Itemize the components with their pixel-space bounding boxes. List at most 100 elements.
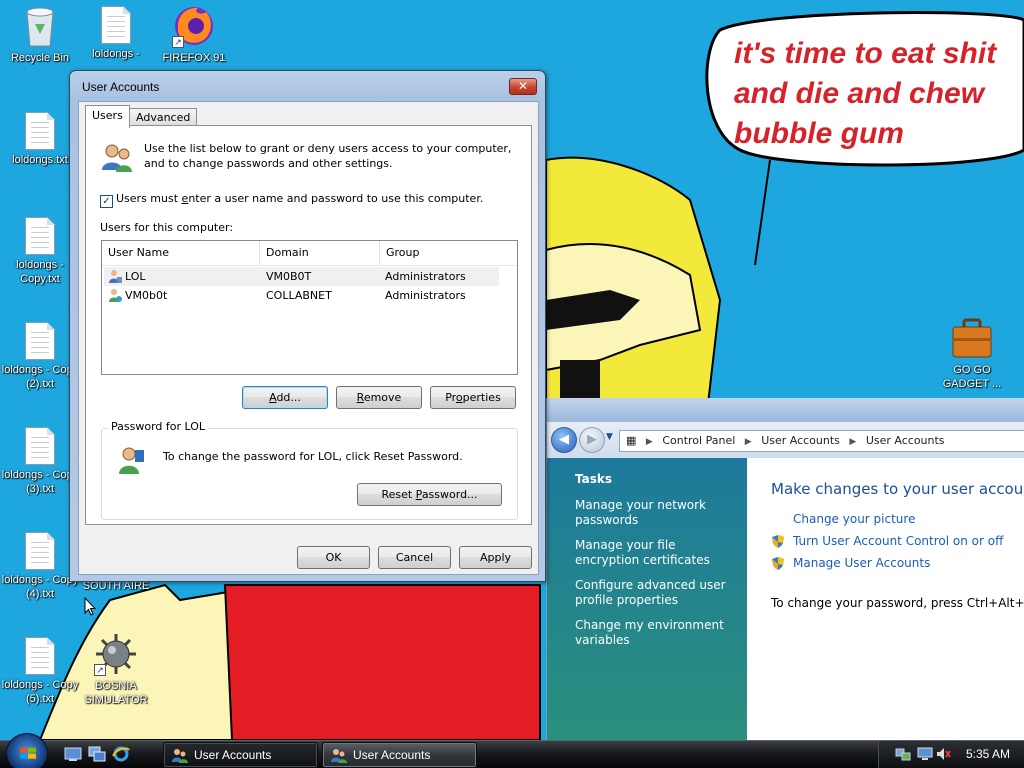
list-header: User Name Domain Group [102,241,517,266]
cancel-button[interactable]: Cancel [378,546,451,569]
taskbar-button-user-accounts-cp[interactable]: User Accounts [322,742,477,768]
desktop-icon-loldongs-txt[interactable]: loldongs.txt [0,112,80,167]
start-button[interactable] [6,733,48,768]
domain-cell: COLLABNET [266,289,332,302]
text-document-icon [25,637,55,675]
button-label-accel: o [455,391,463,404]
button-label-part: perties [462,391,501,404]
desktop-icon-label: loldongs - [92,48,140,60]
text-document-icon [25,322,55,360]
checkbox-label-part: nter a user name and password to use thi… [188,192,484,205]
speech-bubble-text: it's time to eat shit and die and chew b… [734,37,997,150]
button-label-part: dd... [276,391,301,404]
task-link[interactable]: Manage your file encryption certificates [575,538,735,568]
internet-explorer-icon[interactable] [112,746,130,762]
desktop-icon-recycle-bin[interactable]: Recycle Bin [0,4,80,65]
breadcrumb-item[interactable]: User Accounts [761,434,840,447]
column-header-domain[interactable]: Domain [260,241,380,265]
add-button[interactable]: Add... [242,386,328,409]
column-header-group[interactable]: Group [380,241,498,265]
password-note: To change your password, press Ctrl+Alt+… [771,596,1024,610]
ok-button[interactable]: OK [297,546,370,569]
briefcase-icon [952,318,992,358]
desktop-icon-bosnia-simulator[interactable]: ↗ BOSNIA SIMULATOR [76,632,156,707]
desktop-icon-loldongs-copy-3[interactable]: loldongs - Copy (3).txt [0,427,80,496]
change-picture-link[interactable]: Change your picture [793,512,1024,526]
remove-button[interactable]: Remove [336,386,422,409]
chevron-right-icon: ▶ [645,437,653,447]
close-button[interactable]: ✕ [509,78,537,95]
desktop-icon-label: loldongs - Copy.txt [16,259,64,285]
control-panel-folder-icon: ▦ [626,434,637,447]
button-label-part: assword... [421,488,478,501]
desktop-icon-loldongs-copy-2[interactable]: loldongs - Copy (2).txt [0,322,80,391]
text-document-icon [25,532,55,570]
desktop-icon-loldongs-copy-5[interactable]: loldongs - Copy (5).txt [0,637,80,706]
link-text: Turn User Account Control on or off [793,534,1004,548]
checkbox-box[interactable]: ✓ [100,195,113,208]
desktop-icon-loldongs-copy-4[interactable]: loldongs - Copy (4).txt [0,532,80,601]
system-tray: 5:35 AM [878,741,1024,768]
apply-button[interactable]: Apply [459,546,532,569]
desktop-icon-label: FIREFOX 91 [162,52,226,64]
control-panel-window: ◀ ▶ ▼ ▦ ▶ Control Panel ▶ User Accounts … [546,398,1024,740]
volume-muted-icon[interactable] [935,746,951,762]
require-password-checkbox[interactable]: ✓ Users must enter a user name and passwo… [100,192,483,208]
tab-users[interactable]: Users [85,105,130,128]
desktop-icon-label: loldongs - Copy (2).txt [1,364,79,390]
users-tab-panel: Use the list below to grant or deny user… [85,125,532,525]
desktop-icon-loldongs[interactable]: loldongs - [76,6,156,61]
dialog-body: Users Advanced Use the list below to gra… [78,101,539,575]
password-groupbox [101,428,518,520]
uac-link[interactable]: Turn User Account Control on or off [772,534,1024,548]
task-link[interactable]: Change my environment variables [575,618,735,648]
table-row[interactable]: VM0b0t COLLABNET Administrators [104,286,499,305]
properties-button[interactable]: Properties [430,386,516,409]
network-tray-icon[interactable] [895,746,911,762]
address-bar: ◀ ▶ ▼ ▦ ▶ Control Panel ▶ User Accounts … [547,422,1024,458]
users-icon [331,749,347,763]
user-icon [109,270,122,283]
breadcrumb-item[interactable]: Control Panel [662,434,735,447]
mouse-cursor-icon [84,597,96,616]
back-button[interactable]: ◀ [551,427,577,453]
desktop-icon-go-go-gadget[interactable]: GO GO GADGET ... [932,316,1012,391]
text-document-icon [25,427,55,465]
users-icon [172,749,188,763]
task-link[interactable]: Configure advanced user profile properti… [575,578,735,608]
task-link[interactable]: Manage your network passwords [575,498,735,528]
users-list[interactable]: User Name Domain Group LOL VM0B0T Admini… [101,240,518,375]
tasks-title: Tasks [575,472,613,486]
intro-text: Use the list below to grant or deny user… [144,142,512,170]
table-row[interactable]: LOL VM0B0T Administrators [104,267,499,286]
breadcrumb-item[interactable]: User Accounts [866,434,945,447]
clock[interactable]: 5:35 AM [966,747,1010,761]
desktop-icon-firefox[interactable]: ↗ FIREFOX 91 [154,4,234,65]
taskbar-button-user-accounts-dialog[interactable]: User Accounts [163,742,318,768]
manage-user-accounts-link[interactable]: Manage User Accounts [772,556,1024,570]
users-icon [102,144,132,172]
control-panel-titlebar[interactable] [547,398,1024,422]
column-header-user-name[interactable]: User Name [102,241,260,265]
password-instructions: To change the password for LOL, click Re… [163,450,463,463]
shortcut-arrow-icon: ↗ [172,36,184,48]
recent-pages-chevron-icon[interactable]: ▼ [606,432,613,442]
taskbar-button-label: User Accounts [353,748,431,762]
user-accounts-dialog: User Accounts ✕ Users Advanced Use the l… [69,70,546,582]
desktop-icon-loldongs-copy[interactable]: loldongs - Copy.txt [0,217,80,286]
tab-advanced[interactable]: Advanced [129,108,198,126]
user-key-icon [119,447,144,474]
forward-button[interactable]: ▶ [579,427,605,453]
reset-password-button[interactable]: Reset Password... [357,483,502,506]
users-list-label: Users for this computer: [100,221,234,234]
user-icon [109,289,122,302]
group-cell: Administrators [385,270,466,283]
breadcrumb[interactable]: ▦ ▶ Control Panel ▶ User Accounts ▶ User… [619,430,1024,452]
desktop-icon-label: Recycle Bin [10,52,70,64]
shield-icon [772,557,784,570]
recycle-bin-icon [26,7,54,47]
show-desktop-icon[interactable] [64,746,82,762]
computer-tray-icon[interactable] [917,746,933,762]
text-document-icon [25,217,55,255]
switch-windows-icon[interactable] [88,746,106,762]
